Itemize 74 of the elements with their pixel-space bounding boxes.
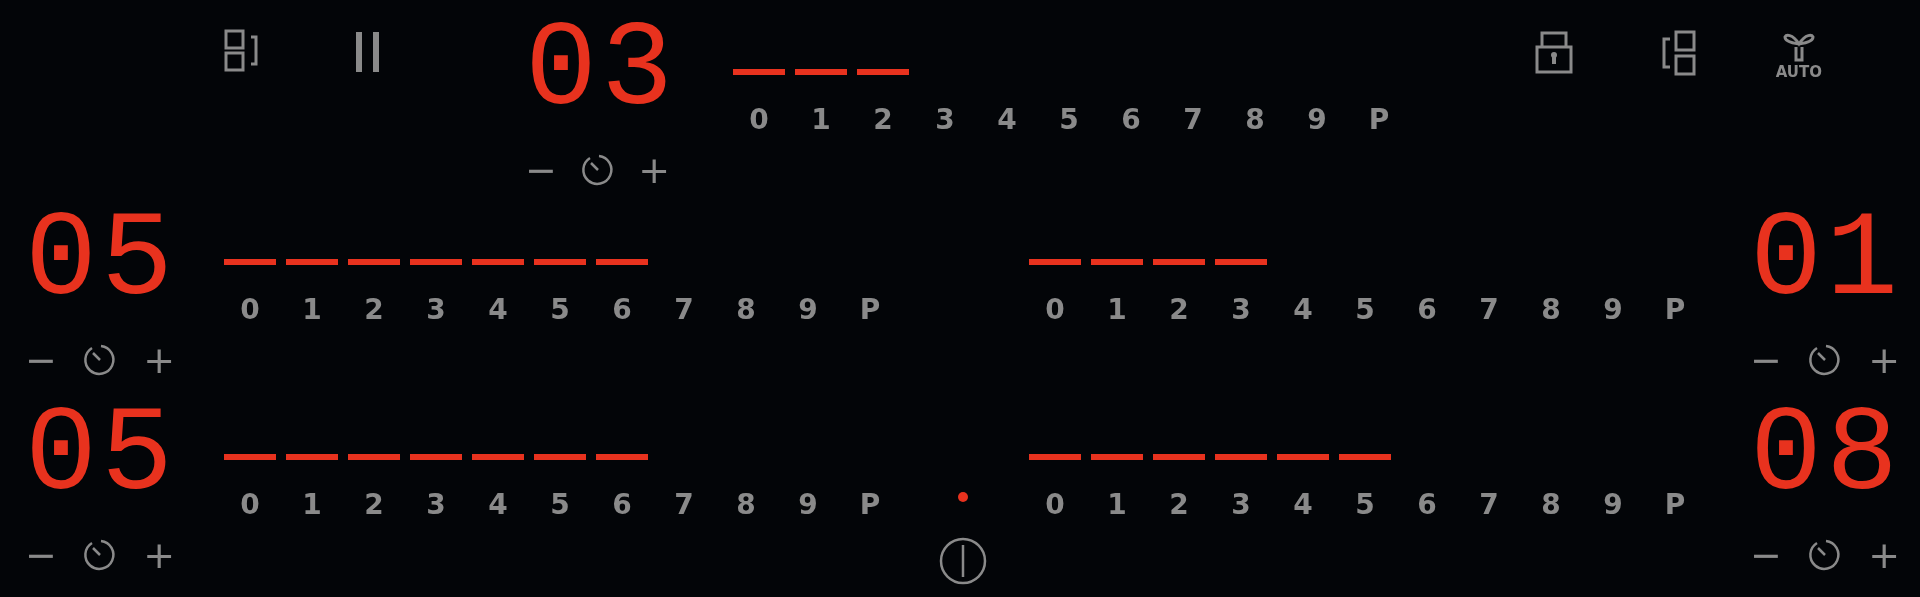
level-button[interactable]: 2 <box>873 103 893 137</box>
level-button[interactable]: P <box>1664 293 1686 327</box>
level-button[interactable]: 6 <box>1121 103 1141 137</box>
level-button[interactable]: 9 <box>798 293 818 327</box>
level-button[interactable]: 8 <box>1245 103 1265 137</box>
level-button[interactable]: 7 <box>674 488 694 522</box>
level-button[interactable]: 4 <box>1293 488 1313 522</box>
level-button[interactable]: 1 <box>302 488 322 522</box>
level-button[interactable]: 5 <box>550 293 570 327</box>
level-button[interactable]: 9 <box>1603 293 1623 327</box>
level-button[interactable]: 5 <box>550 488 570 522</box>
minus-button[interactable]: − <box>1750 536 1782 574</box>
level-button[interactable]: 4 <box>488 488 508 522</box>
level-button[interactable]: 3 <box>1231 488 1251 522</box>
level-button[interactable]: 4 <box>488 293 508 327</box>
auto-label: AUTO <box>1775 63 1822 81</box>
level-button[interactable]: 4 <box>1293 293 1313 327</box>
minus-button[interactable]: − <box>525 151 557 189</box>
level-button[interactable]: 0 <box>1045 488 1065 522</box>
lock-icon[interactable] <box>1533 29 1574 75</box>
timer-icon[interactable] <box>580 153 615 187</box>
level-button[interactable]: 7 <box>1479 293 1499 327</box>
plus-button[interactable]: + <box>1868 341 1900 379</box>
level-button[interactable]: P <box>859 293 881 327</box>
level-button[interactable]: 3 <box>426 293 446 327</box>
plus-button[interactable]: + <box>1868 536 1900 574</box>
plus-button[interactable]: + <box>638 151 670 189</box>
level-button[interactable]: 1 <box>811 103 831 137</box>
level-button[interactable]: 8 <box>736 488 756 522</box>
level-button[interactable]: 6 <box>612 293 632 327</box>
level-button[interactable]: 5 <box>1059 103 1079 137</box>
level-button[interactable]: 2 <box>1169 488 1189 522</box>
level-button[interactable]: P <box>1368 103 1390 137</box>
level-button[interactable]: 8 <box>1541 293 1561 327</box>
timer-icon[interactable] <box>83 343 117 377</box>
plus-button[interactable]: + <box>143 536 175 574</box>
level-button[interactable]: 2 <box>364 293 384 327</box>
level-button[interactable]: 0 <box>749 103 769 137</box>
level-button[interactable]: 8 <box>1541 488 1561 522</box>
level-button[interactable]: 5 <box>1355 488 1375 522</box>
level-button[interactable]: P <box>1664 488 1686 522</box>
level-button[interactable]: 0 <box>240 488 260 522</box>
level-button[interactable]: 3 <box>1231 293 1251 327</box>
level-button[interactable]: 0 <box>1045 293 1065 327</box>
level-button[interactable]: 4 <box>997 103 1017 137</box>
level-button[interactable]: 6 <box>1417 488 1437 522</box>
level-button[interactable]: 6 <box>1417 293 1437 327</box>
level-button[interactable]: 1 <box>1107 293 1127 327</box>
level-button[interactable]: 7 <box>1183 103 1203 137</box>
power-icon[interactable] <box>937 536 988 586</box>
minus-button[interactable]: − <box>1750 341 1782 379</box>
timer-icon[interactable] <box>1808 343 1842 377</box>
timer-icon[interactable] <box>83 538 117 572</box>
level-button[interactable]: 6 <box>612 488 632 522</box>
minus-button[interactable]: − <box>25 341 57 379</box>
level-button[interactable]: 1 <box>302 293 322 327</box>
level-button[interactable]: 7 <box>674 293 694 327</box>
level-button[interactable]: 9 <box>1307 103 1327 137</box>
hood-auto-button[interactable]: AUTO <box>1775 29 1822 81</box>
level-button[interactable]: P <box>859 488 881 522</box>
level-button[interactable]: 5 <box>1355 293 1375 327</box>
level-button[interactable]: 7 <box>1479 488 1499 522</box>
plus-button[interactable]: + <box>143 341 175 379</box>
level-button[interactable]: 2 <box>1169 293 1189 327</box>
level-button[interactable]: 8 <box>736 293 756 327</box>
timer-icon[interactable] <box>1808 538 1842 572</box>
level-button[interactable]: 3 <box>935 103 955 137</box>
level-button[interactable]: 0 <box>240 293 260 327</box>
level-button[interactable]: 9 <box>1603 488 1623 522</box>
level-button[interactable]: 9 <box>798 488 818 522</box>
minus-button[interactable]: − <box>25 536 57 574</box>
level-button[interactable]: 2 <box>364 488 384 522</box>
level-button[interactable]: 3 <box>426 488 446 522</box>
level-button[interactable]: 1 <box>1107 488 1127 522</box>
